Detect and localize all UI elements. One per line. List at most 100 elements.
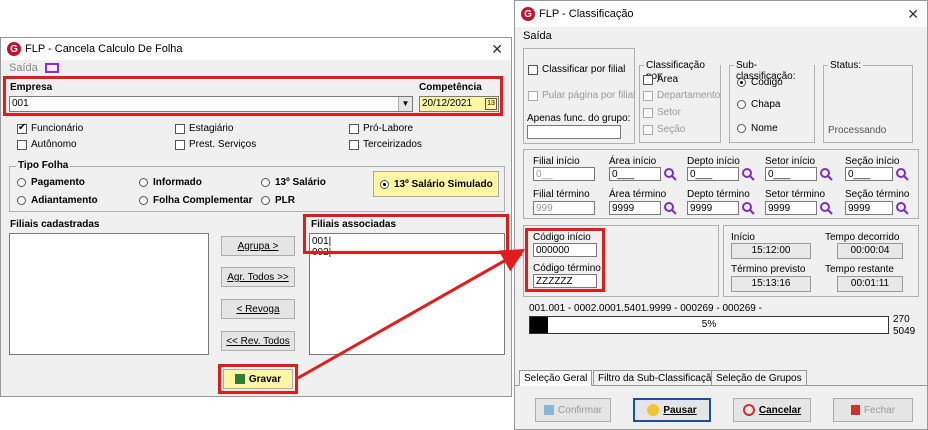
tab-selecao-geral[interactable]: Seleção Geral: [519, 370, 593, 386]
progress-percent: 5%: [701, 319, 717, 330]
cancela-calculo-window: G FLP - Cancela Calculo De Folha ✕ Saída…: [0, 37, 512, 397]
search-icon[interactable]: [819, 201, 833, 215]
setor-termino-label: Setor término: [765, 189, 826, 200]
filial-termino-label: Filial término: [533, 189, 590, 200]
tab-filtro-sub-classificacao[interactable]: Filtro da Sub-Classificação: [593, 370, 722, 386]
radio-adiantamento[interactable]: Adiantamento: [17, 195, 98, 206]
secao-termino-label: Seção término: [845, 189, 910, 200]
checkbox-funcionario[interactable]: Funcionário: [17, 122, 83, 134]
dropdown-arrow-icon[interactable]: ▼: [398, 97, 412, 111]
pause-icon: [647, 404, 660, 416]
checkbox-prest-servicos[interactable]: Prest. Serviços: [175, 139, 256, 150]
radio-plr[interactable]: PLR: [261, 195, 295, 206]
codigo-inicio-label: Código início: [533, 232, 591, 243]
classificacao-window: G FLP - Classificação ✕ Saída Classifica…: [514, 0, 928, 430]
codigo-termino-field[interactable]: ZZZZZZ: [533, 274, 597, 288]
filiais-cadastradas-list[interactable]: [9, 233, 209, 355]
monitor-icon[interactable]: [44, 63, 59, 74]
list-item[interactable]: 001|: [312, 236, 502, 247]
search-icon[interactable]: [663, 167, 677, 181]
close-icon[interactable]: ✕: [491, 41, 503, 58]
revoga-button[interactable]: < Revoga: [221, 299, 295, 319]
codigo-inicio-field[interactable]: 000000: [533, 243, 597, 257]
checkbox-classificar-filial[interactable]: Classificar por filial: [528, 64, 625, 75]
checkbox-departamento: Departamento: [643, 90, 720, 101]
progress-count-bottom: 5049: [893, 326, 916, 337]
termino-previsto-label: Término previsto: [731, 264, 806, 275]
radio-informado[interactable]: Informado: [139, 177, 202, 188]
checkbox-autonomo[interactable]: Autônomo: [17, 139, 77, 150]
area-termino-field[interactable]: 9999: [609, 201, 661, 215]
checkbox-terceirizados[interactable]: Terceirizados: [349, 139, 422, 150]
checkbox-area[interactable]: Área: [643, 74, 678, 85]
search-icon[interactable]: [895, 167, 909, 181]
tempo-decorrido-label: Tempo decorrido: [825, 232, 900, 243]
filiais-associadas-list[interactable]: 001| 002|: [309, 233, 505, 355]
search-icon[interactable]: [663, 201, 677, 215]
depto-termino-label: Depto término: [687, 189, 750, 200]
setor-inicio-label: Setor início: [765, 156, 816, 167]
right-menu-saida[interactable]: Saída: [523, 30, 552, 42]
rev-todos-button[interactable]: << Rev. Todos: [221, 331, 295, 351]
tempo-restante-label: Tempo restante: [825, 264, 894, 275]
fechar-button: Fechar: [833, 398, 913, 422]
progress-count-top: 270: [893, 314, 910, 325]
secao-inicio-field[interactable]: 0___: [845, 167, 893, 181]
checkbox-setor: Setor: [643, 107, 681, 118]
search-icon[interactable]: [741, 201, 755, 215]
radio-nome[interactable]: Nome: [737, 123, 778, 134]
tempo-restante-value: 00:01:11: [837, 276, 903, 292]
cancelar-button[interactable]: Cancelar: [733, 398, 811, 422]
area-inicio-field[interactable]: 0___: [609, 167, 661, 181]
close-icon[interactable]: ✕: [907, 6, 919, 23]
left-titlebar: G FLP - Cancela Calculo De Folha ✕: [1, 38, 511, 60]
progress-path: 001.001 - 0002.0001.5401.9999 - 000269 -…: [529, 303, 762, 314]
list-item[interactable]: 002|: [312, 247, 502, 258]
setor-inicio-field[interactable]: 0___: [765, 167, 817, 181]
filial-inicio-field[interactable]: 0__: [533, 167, 595, 181]
apenas-func-field[interactable]: [527, 125, 621, 139]
radio-13-salario[interactable]: 13º Salário: [261, 177, 326, 188]
radio-codigo[interactable]: Codigo: [737, 77, 783, 88]
area-termino-label: Área término: [609, 189, 667, 200]
agr-todos-button[interactable]: Agr. Todos >>: [221, 267, 295, 287]
filial-termino-field[interactable]: 999: [533, 201, 595, 215]
radio-pagamento[interactable]: Pagamento: [17, 177, 85, 188]
tab-selecao-grupos[interactable]: Seleção de Grupos: [711, 370, 807, 386]
confirmar-button: Confirmar: [535, 398, 611, 422]
left-window-title: FLP - Cancela Calculo De Folha: [25, 43, 183, 55]
filiais-associadas-label: Filiais associadas: [311, 219, 397, 230]
inicio-label: Início: [731, 232, 755, 243]
search-icon[interactable]: [741, 167, 755, 181]
gravar-button[interactable]: Gravar: [223, 369, 293, 389]
status-label: Status:: [828, 60, 864, 71]
save-icon: [544, 405, 555, 415]
filiais-cadastradas-label: Filiais cadastradas: [10, 219, 100, 230]
right-titlebar: G FLP - Classificação ✕: [515, 1, 927, 27]
checkbox-estagiario[interactable]: Estagiário: [175, 123, 233, 134]
radio-chapa[interactable]: Chapa: [737, 99, 780, 110]
pausar-button[interactable]: Pausar: [633, 398, 711, 422]
depto-termino-field[interactable]: 9999: [687, 201, 739, 215]
apenas-func-label: Apenas func. do grupo:: [527, 113, 631, 124]
depto-inicio-label: Depto início: [687, 156, 740, 167]
checkbox-secao: Seção: [643, 124, 685, 135]
left-menu-saida[interactable]: Saída: [9, 62, 59, 74]
flp-logo-icon: G: [521, 7, 535, 21]
termino-previsto-value: 15:13:16: [731, 276, 811, 292]
depto-inicio-field[interactable]: 0___: [687, 167, 739, 181]
radio-13-salario-simulado[interactable]: 13º Salário Simulado: [373, 171, 499, 197]
checkbox-pro-labore[interactable]: Pró-Labore: [349, 123, 413, 134]
inicio-value: 15:12:00: [731, 243, 811, 259]
right-window-title: FLP - Classificação: [539, 8, 634, 20]
calendar-icon[interactable]: 13: [485, 98, 497, 110]
secao-termino-field[interactable]: 9999: [845, 201, 893, 215]
area-inicio-label: Área início: [609, 156, 657, 167]
search-icon[interactable]: [895, 201, 909, 215]
empresa-select[interactable]: 001 ▼: [9, 96, 413, 112]
agrupa-button[interactable]: Agrupa >: [221, 236, 295, 256]
competencia-field[interactable]: 20/12/2021 13: [419, 96, 499, 112]
search-icon[interactable]: [819, 167, 833, 181]
radio-folha-complementar[interactable]: Folha Complementar: [139, 195, 252, 206]
setor-termino-field[interactable]: 9999: [765, 201, 817, 215]
